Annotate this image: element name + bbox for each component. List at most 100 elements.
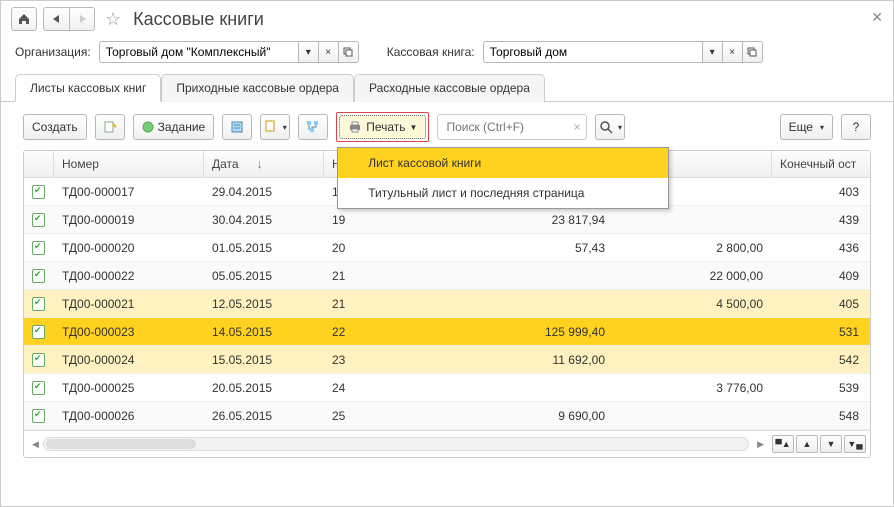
horizontal-scrollbar[interactable] xyxy=(43,437,749,451)
copy-button[interactable] xyxy=(95,114,125,140)
doc-dropdown-button[interactable]: ▾ xyxy=(260,114,290,140)
print-highlight: Печать ▼ Лист кассовой книги Титульный л… xyxy=(336,112,429,142)
scroll-bottom-button[interactable]: ▼▄ xyxy=(844,435,866,453)
cell-sheet: 24 xyxy=(324,381,454,395)
cell-income: 11 692,00 xyxy=(454,353,614,367)
cell-end: 548 xyxy=(772,409,870,423)
scroll-up-button[interactable]: ▲ xyxy=(796,435,818,453)
cell-sheet: 21 xyxy=(324,297,454,311)
org-combo-input[interactable] xyxy=(99,41,299,63)
cell-sheet: 25 xyxy=(324,409,454,423)
scroll-top-button[interactable]: ▀▲ xyxy=(772,435,794,453)
cell-end: 409 xyxy=(772,269,870,283)
cell-number: ТД00-000023 xyxy=(54,325,204,339)
cell-end: 539 xyxy=(772,381,870,395)
page-title: Кассовые книги xyxy=(133,9,264,30)
org-label: Организация: xyxy=(15,45,91,59)
org-open-button[interactable] xyxy=(339,41,359,63)
cell-date: 26.05.2015 xyxy=(204,409,324,423)
tab-sheets[interactable]: Листы кассовых книг xyxy=(15,74,161,102)
print-button[interactable]: Печать ▼ xyxy=(339,115,426,139)
table-row[interactable]: ТД00-00002415.05.20152311 692,00 542 xyxy=(24,346,870,374)
cell-end: 439 xyxy=(772,213,870,227)
close-button[interactable]: ✕ xyxy=(871,9,883,26)
col-icon[interactable] xyxy=(24,151,54,177)
chevron-down-icon: ▼ xyxy=(410,123,418,132)
search-box[interactable]: × xyxy=(437,114,587,140)
table-row[interactable]: ТД00-00002520.05.2015243 776,00539 xyxy=(24,374,870,402)
magnifier-icon xyxy=(599,120,613,134)
cell-income: 9 690,00 xyxy=(454,409,614,423)
cell-number: ТД00-000022 xyxy=(54,269,204,283)
menu-item-cashbook-sheet[interactable]: Лист кассовой книги xyxy=(338,148,668,178)
cell-income: 125 999,40 xyxy=(454,325,614,339)
home-button[interactable] xyxy=(11,7,37,31)
create-button[interactable]: Создать xyxy=(23,114,87,140)
cell-date: 01.05.2015 xyxy=(204,241,324,255)
cell-end: 531 xyxy=(772,325,870,339)
row-status-icon xyxy=(24,241,54,255)
cell-sheet: 23 xyxy=(324,353,454,367)
print-dropdown-menu: Лист кассовой книги Титульный лист и пос… xyxy=(337,147,669,209)
cell-date: 15.05.2015 xyxy=(204,353,324,367)
cell-number: ТД00-000017 xyxy=(54,185,204,199)
cell-number: ТД00-000021 xyxy=(54,297,204,311)
org-dropdown-button[interactable]: ▾ xyxy=(299,41,319,63)
tab-income-orders[interactable]: Приходные кассовые ордера xyxy=(161,74,354,102)
cell-income: 57,43 xyxy=(454,241,614,255)
scroll-down-button[interactable]: ▼ xyxy=(820,435,842,453)
cell-number: ТД00-000025 xyxy=(54,381,204,395)
tab-expense-orders[interactable]: Расходные кассовые ордера xyxy=(354,74,545,102)
cell-sheet: 20 xyxy=(324,241,454,255)
table-row[interactable]: ТД00-00002314.05.201522125 999,40 531 xyxy=(24,318,870,346)
search-clear-icon[interactable]: × xyxy=(573,120,580,134)
menu-item-title-last-page[interactable]: Титульный лист и последняя страница xyxy=(338,178,668,208)
cell-sheet: 21 xyxy=(324,269,454,283)
cell-number: ТД00-000024 xyxy=(54,353,204,367)
cell-number: ТД00-000019 xyxy=(54,213,204,227)
tree-button[interactable] xyxy=(298,114,328,140)
task-button[interactable]: Задание xyxy=(133,114,215,140)
row-status-icon xyxy=(24,353,54,367)
cell-end: 542 xyxy=(772,353,870,367)
row-status-icon xyxy=(24,297,54,311)
book-combo-input[interactable] xyxy=(483,41,703,63)
cell-number: ТД00-000026 xyxy=(54,409,204,423)
row-status-icon xyxy=(24,409,54,423)
cell-sheet: 22 xyxy=(324,325,454,339)
back-button[interactable] xyxy=(43,7,69,31)
forward-button[interactable] xyxy=(69,7,95,31)
more-button[interactable]: Еще▾ xyxy=(780,114,833,140)
table-row[interactable]: ТД00-00002001.05.20152057,432 800,00436 xyxy=(24,234,870,262)
cell-outgo: 22 000,00 xyxy=(614,269,772,283)
book-clear-button[interactable]: × xyxy=(723,41,743,63)
sort-asc-icon: ↓ xyxy=(257,157,263,171)
row-status-icon xyxy=(24,185,54,199)
cell-income: 23 817,94 xyxy=(454,213,614,227)
org-clear-button[interactable]: × xyxy=(319,41,339,63)
book-dropdown-button[interactable]: ▾ xyxy=(703,41,723,63)
cell-end: 436 xyxy=(772,241,870,255)
cell-date: 29.04.2015 xyxy=(204,185,324,199)
col-number[interactable]: Номер xyxy=(54,151,204,177)
book-label: Кассовая книга: xyxy=(387,45,475,59)
task-icon xyxy=(142,121,154,133)
favorite-star-icon[interactable]: ☆ xyxy=(105,9,121,30)
row-status-icon xyxy=(24,325,54,339)
table-row[interactable]: ТД00-00002205.05.201521 22 000,00409 xyxy=(24,262,870,290)
book-open-button[interactable] xyxy=(743,41,763,63)
search-execute-button[interactable]: ▾ xyxy=(595,114,625,140)
col-end-balance[interactable]: Конечный ост xyxy=(772,151,870,177)
list-button[interactable] xyxy=(222,114,252,140)
help-button[interactable]: ? xyxy=(841,114,871,140)
table-row[interactable]: ТД00-00002626.05.2015259 690,00 548 xyxy=(24,402,870,430)
cell-date: 14.05.2015 xyxy=(204,325,324,339)
cell-date: 05.05.2015 xyxy=(204,269,324,283)
search-input[interactable] xyxy=(444,119,569,135)
table-row[interactable]: ТД00-00001930.04.20151923 817,94439 xyxy=(24,206,870,234)
cell-date: 12.05.2015 xyxy=(204,297,324,311)
table-row[interactable]: ТД00-00002112.05.2015214 500,00405 xyxy=(24,290,870,318)
cell-end: 405 xyxy=(772,297,870,311)
cell-end: 403 xyxy=(772,185,870,199)
col-date[interactable]: Дата↓ xyxy=(204,151,324,177)
